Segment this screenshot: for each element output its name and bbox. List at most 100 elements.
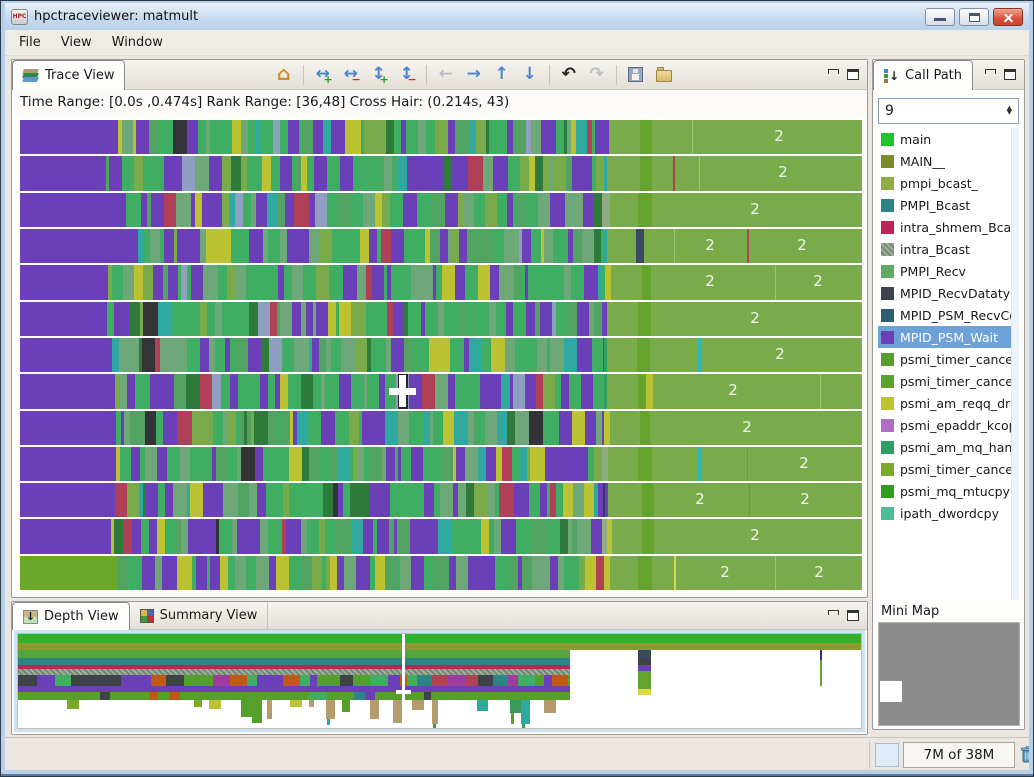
trace-segment <box>201 519 216 554</box>
trace-segment <box>474 192 481 227</box>
minimize-view-icon[interactable] <box>985 69 996 74</box>
trace-segment <box>456 555 468 591</box>
trace-segment <box>356 555 370 591</box>
call-path-item[interactable]: MPID_PSM_Wait <box>878 326 1019 348</box>
trace-segment <box>313 374 321 409</box>
zoom-out-vertical-button[interactable]: ↕ − <box>394 63 420 87</box>
zoom-out-horizontal-button[interactable]: ↔ − <box>338 63 364 87</box>
trace-row[interactable]: 2 <box>20 337 862 373</box>
trace-segment <box>350 483 359 518</box>
call-path-item[interactable]: MPID_PSM_RecvComplete <box>878 304 1019 326</box>
tab-depth-view[interactable]: ↓ Depth View <box>12 602 130 630</box>
call-path-item[interactable]: PMPI_Bcast <box>878 194 1019 216</box>
mini-map-viewport[interactable] <box>880 681 903 702</box>
tab-call-path[interactable]: ↓ Call Path <box>873 60 974 90</box>
trace-segment <box>363 519 373 554</box>
trace-segment <box>256 555 269 591</box>
call-path-item[interactable]: psmi_am_mq_handler <box>878 436 1019 458</box>
call-path-item[interactable]: psmi_timer_cancel <box>878 458 1019 480</box>
trace-segment <box>489 120 497 155</box>
call-path-item[interactable]: ipath_dwordcpy <box>878 502 1019 524</box>
trace-segment <box>493 228 504 264</box>
trace-row[interactable]: 2 <box>20 120 862 155</box>
trace-row[interactable]: 2 <box>20 192 862 227</box>
call-path-item[interactable]: pmpi_bcast_ <box>878 172 1019 194</box>
trace-segment <box>386 120 394 155</box>
trace-segment <box>638 374 646 409</box>
trace-row[interactable]: 22 <box>20 483 862 518</box>
trace-segment <box>642 265 651 300</box>
trace-segment <box>145 410 156 445</box>
trace-row[interactable]: 22 <box>20 228 862 264</box>
title-bar[interactable]: HPC hpctraceviewer: matmult <box>5 3 1029 30</box>
call-path-item[interactable]: psmi_timer_cancel <box>878 348 1019 370</box>
maximize-view-icon[interactable] <box>847 69 859 80</box>
trace-row[interactable]: 2 <box>20 410 862 445</box>
minimize-view-icon[interactable] <box>828 69 839 74</box>
trace-segment <box>135 374 150 409</box>
tab-trace-view[interactable]: Trace View <box>12 60 126 90</box>
mini-map[interactable] <box>878 622 1020 726</box>
trace-row[interactable]: 2 <box>20 446 862 482</box>
zoom-in-vertical-button[interactable]: ↕ + <box>366 63 392 87</box>
go-right-button[interactable]: → <box>461 63 487 87</box>
maximize-view-icon[interactable] <box>1004 69 1016 80</box>
trace-canvas[interactable]: 22222222222222222 <box>20 120 862 591</box>
maximize-button[interactable] <box>959 7 989 26</box>
zoom-in-horizontal-button[interactable]: ↔ + <box>310 63 336 87</box>
close-button[interactable] <box>993 7 1023 26</box>
call-path-item[interactable]: psmi_am_reqq_drain <box>878 392 1019 414</box>
trace-row[interactable]: 2 <box>20 301 862 336</box>
call-path-item[interactable]: main <box>878 128 1019 150</box>
trace-segment <box>353 156 364 191</box>
call-path-item[interactable]: MAIN__ <box>878 150 1019 172</box>
call-path-item[interactable]: MPID_RecvDatatype <box>878 282 1019 304</box>
depth-chunk <box>239 692 246 700</box>
spinner-down-icon[interactable]: ▼ <box>1007 109 1012 116</box>
call-path-color-chip <box>881 308 894 322</box>
trace-row[interactable]: 22 <box>20 555 862 591</box>
go-left-button[interactable]: ← <box>433 63 459 87</box>
call-path-item[interactable]: psmi_epaddr_kcopy <box>878 414 1019 436</box>
call-path-item[interactable]: intra_Bcast <box>878 238 1019 260</box>
go-up-button[interactable]: ↑ <box>489 63 515 87</box>
call-path-item[interactable]: PMPI_Recv <box>878 260 1019 282</box>
trace-segment-label: 2 <box>775 344 785 363</box>
trace-segment <box>115 483 127 518</box>
trace-segment <box>366 301 381 336</box>
home-button[interactable]: ⌂ <box>271 63 297 87</box>
menu-file[interactable]: File <box>9 32 51 53</box>
depth-spinner[interactable]: 9 ▲ ▼ <box>878 98 1019 124</box>
trace-row[interactable]: 22 <box>20 265 862 300</box>
trace-row[interactable]: 2 <box>20 374 862 409</box>
trace-row[interactable]: 2 <box>20 519 862 554</box>
call-path-item[interactable]: psmi_mq_mtucpy <box>878 480 1019 502</box>
trace-segment <box>638 446 652 482</box>
garbage-collect-button[interactable] <box>1017 744 1033 766</box>
trace-segment <box>155 555 162 591</box>
trace-segment <box>235 337 248 373</box>
call-path-item[interactable]: intra_shmem_Bcast <box>878 216 1019 238</box>
minimize-view-icon[interactable] <box>828 610 839 615</box>
tab-summary-view[interactable]: Summary View <box>130 602 269 629</box>
save-icon <box>628 67 644 82</box>
trace-segment <box>674 228 675 264</box>
maximize-view-icon[interactable] <box>847 610 859 621</box>
redo-button[interactable]: ↷ <box>584 63 610 87</box>
open-button[interactable] <box>651 63 677 87</box>
depth-spike <box>412 700 424 710</box>
depth-canvas[interactable] <box>17 633 862 729</box>
save-button[interactable] <box>623 63 649 87</box>
trace-segment <box>417 192 431 227</box>
trace-segment <box>315 192 327 227</box>
menu-window[interactable]: Window <box>102 32 173 53</box>
trace-segment <box>452 519 464 554</box>
call-path-scrollbar[interactable] <box>1011 128 1019 600</box>
call-path-item[interactable]: psmi_timer_cancel <box>878 370 1019 392</box>
menu-view[interactable]: View <box>51 32 102 53</box>
undo-button[interactable]: ↶ <box>556 63 582 87</box>
go-down-button[interactable]: ↓ <box>517 63 543 87</box>
trace-segment <box>414 156 429 191</box>
trace-row[interactable]: 2 <box>20 156 862 191</box>
minimize-button[interactable] <box>925 7 955 26</box>
